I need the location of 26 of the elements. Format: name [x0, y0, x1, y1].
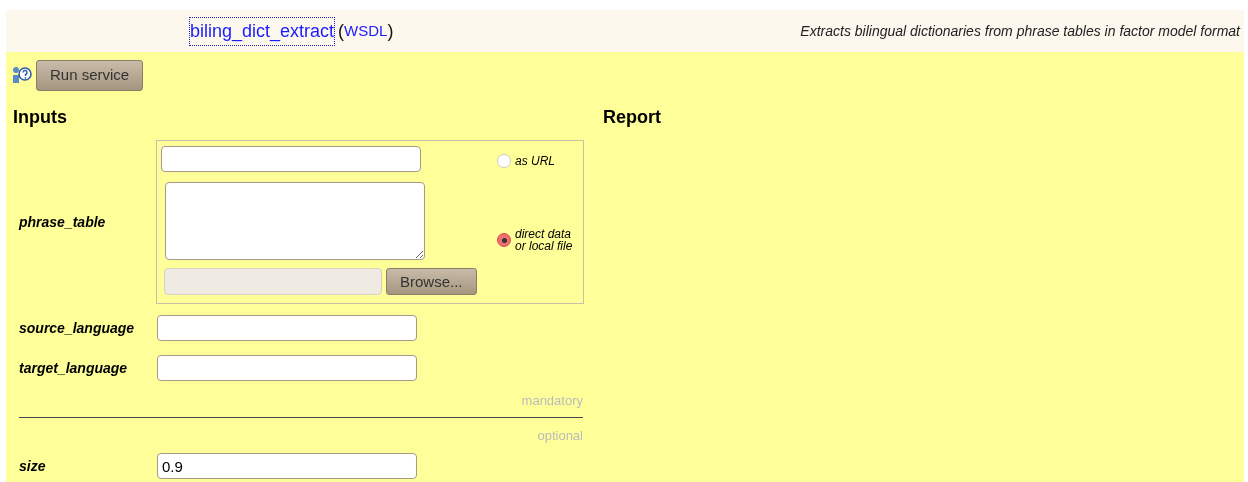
browse-button[interactable]: Browse...: [386, 268, 477, 296]
data-textarea[interactable]: [165, 182, 425, 261]
section-heading: Inputs: [13, 106, 68, 129]
parenthesis: ): [387, 19, 394, 43]
option-label: as URL: [515, 155, 556, 168]
radio-button[interactable]: [497, 233, 511, 248]
service-link[interactable]: biling_dict_extract: [190, 17, 335, 45]
field-label: target_language: [19, 358, 129, 378]
service-description: Extracts bilingual dictionaries from phrase tables in factor model format: [800, 21, 1240, 41]
mandatory-note: mandatory: [520, 392, 583, 411]
radio-button[interactable]: [497, 154, 511, 169]
parenthesis: (: [338, 19, 345, 43]
run-service-button[interactable]: Run service: [36, 60, 144, 91]
optional-note: optional: [536, 426, 583, 445]
field-label: source_language: [19, 318, 136, 338]
text-field[interactable]: [157, 315, 417, 342]
wsdl-link[interactable]: WSDL: [344, 19, 388, 43]
text-field[interactable]: [157, 355, 417, 382]
field-label: size: [19, 456, 47, 476]
text-field[interactable]: 0.9: [157, 453, 417, 480]
file-path-field[interactable]: [164, 268, 382, 296]
section-heading: Report: [603, 106, 661, 129]
option-label: direct data or local file: [515, 228, 574, 253]
field-label: phrase_table: [19, 212, 107, 232]
url-field[interactable]: [161, 146, 421, 173]
help-icon[interactable]: [12, 66, 32, 85]
